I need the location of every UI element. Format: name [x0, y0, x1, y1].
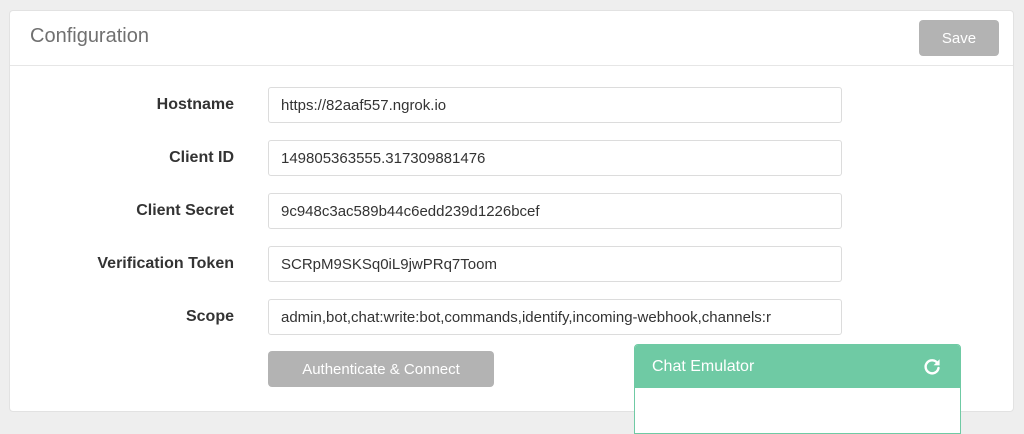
verification-token-label: Verification Token: [97, 255, 234, 272]
client-secret-label: Client Secret: [136, 202, 234, 219]
chat-emulator-header[interactable]: Chat Emulator: [635, 345, 960, 388]
scope-label: Scope: [185, 308, 234, 325]
scope-input[interactable]: [268, 299, 842, 335]
client-secret-row: Client Secret: [10, 193, 1013, 231]
verification-token-input[interactable]: [268, 246, 842, 282]
refresh-icon[interactable]: [922, 357, 942, 377]
client-id-input[interactable]: [268, 140, 842, 176]
save-button[interactable]: Save: [919, 20, 999, 56]
client-secret-input[interactable]: [268, 193, 842, 229]
verification-token-row: Verification Token: [10, 246, 1013, 284]
hostname-input[interactable]: [268, 87, 842, 123]
scope-row: Scope: [10, 299, 1013, 337]
hostname-row: Hostname: [10, 87, 1013, 125]
panel-header: Configuration Save: [10, 11, 1013, 66]
panel-title: Configuration: [30, 25, 149, 47]
chat-emulator-title: Chat Emulator: [652, 358, 755, 375]
chat-emulator-widget: Chat Emulator: [634, 344, 961, 434]
client-id-label: Client ID: [169, 149, 234, 166]
hostname-label: Hostname: [156, 96, 234, 113]
client-id-row: Client ID: [10, 140, 1013, 178]
authenticate-connect-button[interactable]: Authenticate & Connect: [268, 351, 494, 387]
